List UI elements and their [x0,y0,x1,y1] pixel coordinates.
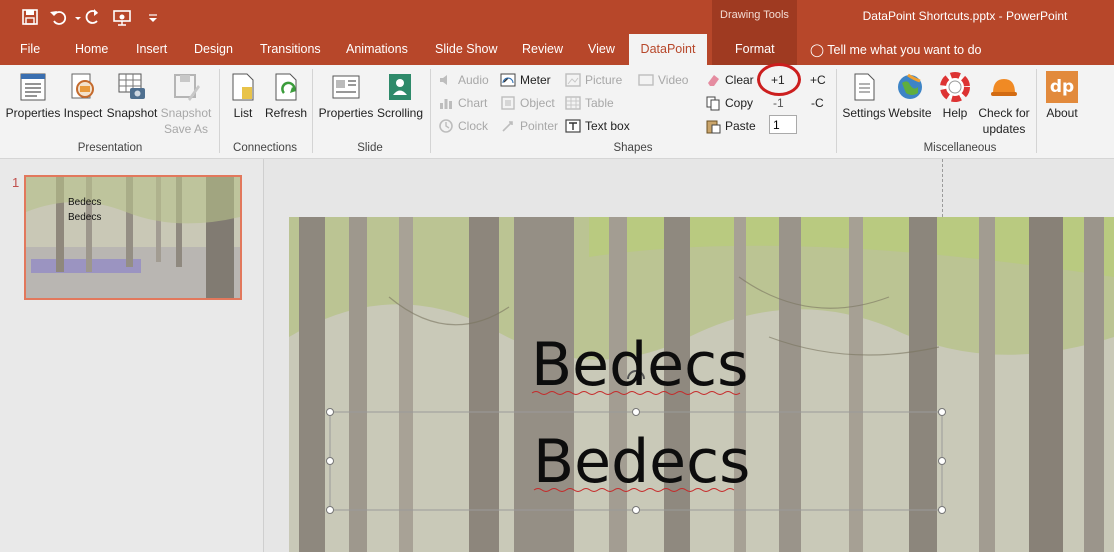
slide-properties-button[interactable]: Properties [318,71,374,121]
picture-button[interactable]: Picture [565,70,622,90]
tell-me-label: Tell me what you want to do [827,43,982,57]
slide-text-2[interactable]: Bedecs [533,427,750,497]
video-button[interactable]: Video [638,70,688,90]
redo-icon[interactable] [83,7,103,27]
table-button[interactable]: Table [565,93,614,113]
refresh-icon [270,71,302,103]
object-button[interactable]: Object [500,93,555,113]
about-button[interactable]: dp About [1042,71,1082,121]
customize-icon[interactable] [143,7,157,27]
tab-view[interactable]: View [588,42,615,56]
settings-button[interactable]: Settings [841,71,887,121]
eraser-icon [705,72,721,88]
snapshot-button[interactable]: Snapshot [106,71,158,121]
properties-icon [17,71,49,103]
tab-datapoint[interactable]: DataPoint [629,34,707,65]
group-separator [836,69,837,153]
tab-file[interactable]: File [20,42,40,56]
slide-text-1[interactable]: Bedecs [531,330,748,400]
ribbon: Properties Inspect Snapshot Snapshot Sav… [0,65,1114,159]
undo-icon[interactable] [48,7,68,27]
tab-transitions[interactable]: Transitions [260,42,321,56]
pointer-icon [500,118,516,134]
tab-home[interactable]: Home [75,42,108,56]
clear-button[interactable]: Clear [705,70,754,90]
present-icon[interactable] [112,7,132,27]
window-title: DataPoint Shortcuts.pptx - PowerPoint [862,9,1068,23]
thumbnail-text-2: Bedecs [68,212,102,223]
tab-animations[interactable]: Animations [346,42,408,56]
clock-icon [438,118,454,134]
group-label-connections: Connections [233,142,297,154]
plus-c-button[interactable]: +C [810,70,826,90]
text-box-button[interactable]: Text box [565,116,630,136]
inspect-button[interactable]: Inspect [62,71,104,121]
list-button[interactable]: List [226,71,260,121]
chart-button[interactable]: Chart [438,93,487,113]
paste-icon [705,118,721,134]
group-label-presentation: Presentation [77,142,143,154]
table-icon [565,95,581,111]
undo-dropdown-icon[interactable] [68,7,81,27]
copy-icon [705,95,721,111]
text-box-icon [565,118,581,134]
refresh-button[interactable]: Refresh [264,71,308,121]
thumbnail-forest-image [26,177,240,298]
pointer-button[interactable]: Pointer [500,116,558,136]
globe-icon [894,71,926,103]
thumbnail-text-1: Bedecs [68,197,102,208]
step-value-input[interactable] [769,115,797,134]
audio-icon [438,72,454,88]
slide-number: 1 [12,175,20,190]
lifebuoy-icon [939,71,971,103]
picture-icon [565,72,581,88]
save-icon[interactable] [20,7,40,27]
presentation-properties-button[interactable]: Properties [5,71,61,121]
group-separator [430,69,431,153]
group-label-slide: Slide [357,142,383,154]
check-for-updates-button[interactable]: Check for updates [975,71,1033,137]
audio-button[interactable]: Audio [438,70,489,90]
tab-review[interactable]: Review [522,42,563,56]
slide-canvas[interactable]: Bedecs Bedecs [289,217,1114,552]
list-icon [227,71,259,103]
group-label-miscellaneous: Miscellaneous [923,142,997,154]
tab-design[interactable]: Design [194,42,233,56]
help-button[interactable]: Help [937,71,973,121]
snapshot-save-as-button[interactable]: Snapshot Save As [159,71,213,137]
minus-c-button[interactable]: -C [811,93,824,113]
lightbulb-icon: ◯ [810,43,824,57]
scrolling-button[interactable]: Scrolling [375,71,425,121]
snapshot-icon [116,71,148,103]
group-separator [312,69,313,153]
group-separator [219,69,220,153]
chart-icon [438,95,454,111]
minus-one-button[interactable]: -1 [773,93,784,113]
clock-button[interactable]: Clock [438,116,488,136]
hardhat-icon [988,71,1020,103]
slide-properties-icon [330,71,362,103]
tell-me-search[interactable]: ◯ Tell me what you want to do [810,42,982,57]
meter-button[interactable]: Meter [500,70,551,90]
paste-button[interactable]: Paste [705,116,756,136]
settings-icon [848,71,880,103]
video-icon [638,72,654,88]
tab-insert[interactable]: Insert [136,42,167,56]
group-separator [1036,69,1037,153]
group-label-shapes: Shapes [613,142,653,154]
scrolling-icon [384,71,416,103]
inspect-icon [67,71,99,103]
tab-format[interactable]: Format [735,42,775,56]
highlight-annotation [757,63,801,96]
copy-button[interactable]: Copy [705,93,753,113]
website-button[interactable]: Website [887,71,933,121]
smart-guide-line [942,159,943,217]
datapoint-logo: dp [1046,71,1078,103]
contextual-group-label: Drawing Tools [720,9,789,21]
object-icon [500,95,516,111]
slide-thumbnail[interactable]: Bedecs Bedecs [24,175,242,300]
tab-slide-show[interactable]: Slide Show [435,42,498,56]
save-as-icon [170,71,202,103]
meter-icon [500,72,516,88]
